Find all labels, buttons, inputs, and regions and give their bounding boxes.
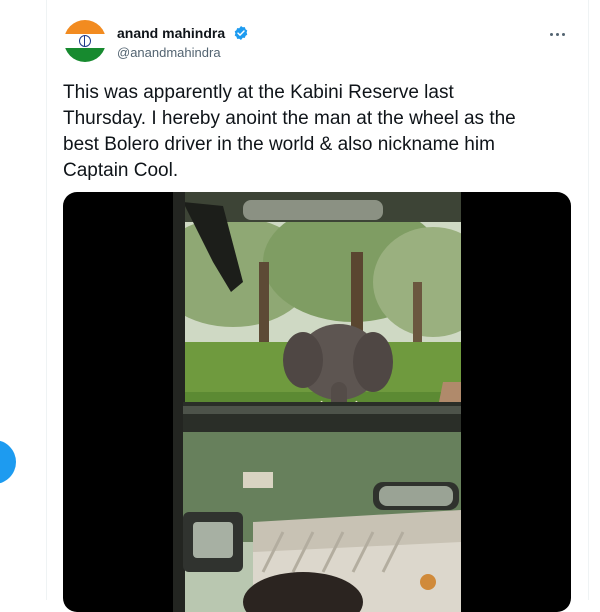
flag-white-band	[64, 34, 106, 48]
author-avatar[interactable]	[64, 20, 106, 62]
author-info: anand mahindra @anandmahindra	[117, 24, 249, 61]
video-frame[interactable]	[173, 192, 461, 612]
tweet-card[interactable]: anand mahindra @anandmahindra This was a…	[47, 0, 587, 612]
flag-saffron-band	[64, 20, 106, 34]
author-handle[interactable]: @anandmahindra	[117, 44, 249, 61]
left-navigation-rail	[0, 0, 47, 600]
author-display-name[interactable]: anand mahindra	[117, 24, 225, 42]
compose-tweet-button[interactable]	[0, 440, 16, 484]
more-options-icon[interactable]	[545, 24, 569, 44]
tweet-video[interactable]	[63, 192, 571, 612]
right-column-edge	[588, 0, 600, 600]
verified-badge-icon	[234, 26, 247, 40]
ashoka-chakra-icon	[79, 35, 91, 47]
flag-green-band	[64, 48, 106, 62]
tweet-text: This was apparently at the Kabini Reserv…	[63, 82, 516, 181]
forest-elephant-scene	[173, 192, 461, 612]
